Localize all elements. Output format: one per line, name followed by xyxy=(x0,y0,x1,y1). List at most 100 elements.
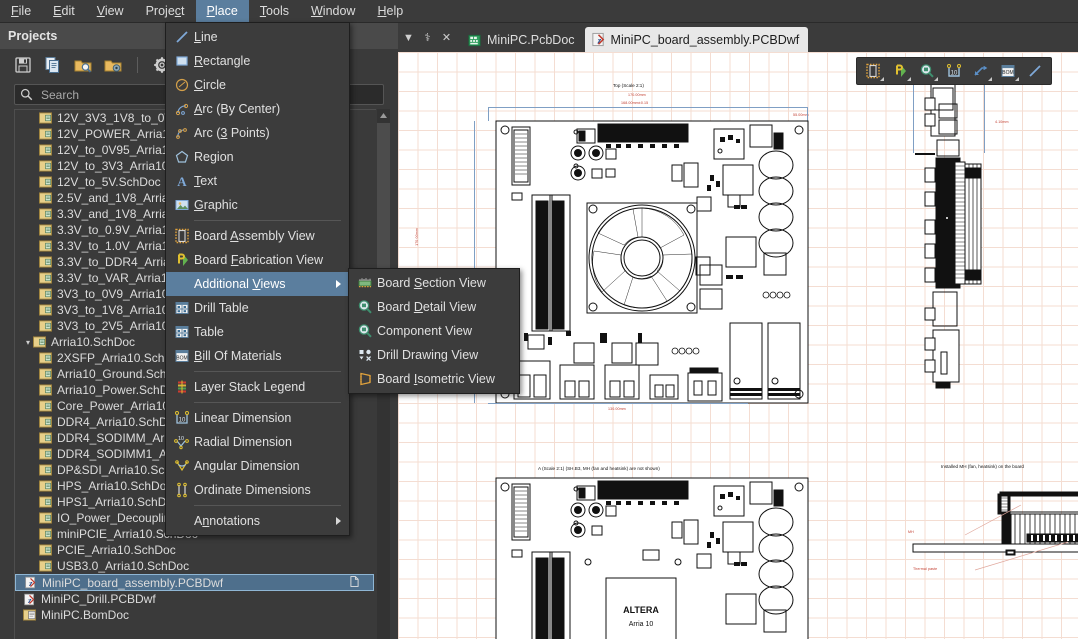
submenu-item-board-section-view[interactable]: Board Section View xyxy=(349,271,519,295)
menu-item-ordinate-dimensions[interactable]: Ordinate Dimensions xyxy=(166,478,349,502)
folder-settings-icon[interactable] xyxy=(103,55,123,75)
rectangle-icon xyxy=(170,53,194,69)
schdoc-icon xyxy=(39,432,52,444)
tree-twisty[interactable]: ▾ xyxy=(23,338,33,347)
schdoc-icon xyxy=(39,560,52,572)
copy-icon[interactable] xyxy=(43,55,63,75)
menu-item-additional-views[interactable]: Additional Views xyxy=(166,272,349,296)
menu-item-label: Circle xyxy=(194,78,226,92)
submenu-item-drill-drawing-view[interactable]: Drill Drawing View xyxy=(349,343,519,367)
menubar-item-file[interactable]: File xyxy=(0,0,42,23)
menubar-item-window[interactable]: Window xyxy=(300,0,366,23)
menu-item-label: Region xyxy=(194,150,234,164)
menu-separator xyxy=(194,505,341,506)
tab-label: MiniPC_board_assembly.PCBDwf xyxy=(610,32,800,47)
tab-minipc-pcbdoc[interactable]: MiniPC.PcbDoc xyxy=(461,28,584,52)
submenu-arrow-icon xyxy=(336,280,341,288)
linear-dimension-tool[interactable]: 10 xyxy=(942,60,966,82)
top-view-board-artwork xyxy=(495,120,809,404)
tree-row[interactable]: PCIE_Arria10.SchDoc xyxy=(15,542,376,558)
schdoc-icon xyxy=(39,448,52,460)
toolbar-separator xyxy=(137,56,138,73)
dim-line-bottom xyxy=(488,403,748,404)
menu-item-annotations[interactable]: Annotations xyxy=(166,509,349,533)
submenu-item-board-detail-view[interactable]: Board Detail View xyxy=(349,295,519,319)
menu-item-angular-dimension[interactable]: Angular Dimension xyxy=(166,454,349,478)
board-assembly-view-tool[interactable] xyxy=(861,60,885,82)
region-icon xyxy=(170,149,194,165)
tree-row[interactable]: MiniPC.BomDoc xyxy=(15,607,376,623)
menu-item-graphic[interactable]: Graphic xyxy=(166,193,349,217)
menubar-item-place[interactable]: Place xyxy=(195,0,249,23)
menubar-item-help[interactable]: Help xyxy=(366,0,414,23)
menu-item-text[interactable]: A Text xyxy=(166,169,349,193)
menu-item-rectangle[interactable]: Rectangle xyxy=(166,49,349,73)
menu-item-linear-dimension[interactable]: 10 Linear Dimension xyxy=(166,406,349,430)
additional-views-submenu[interactable]: Board Section View Board Detail View Compo… xyxy=(348,268,520,394)
arc-3points-icon xyxy=(176,128,187,139)
menu-item-layer-stack-legend[interactable]: Layer Stack Legend xyxy=(166,375,349,399)
schdoc-icon xyxy=(39,320,52,332)
menu-item-arc-by-center-[interactable]: Arc (By Center) xyxy=(166,97,349,121)
menu-item-bill-of-materials[interactable]: BOM Bill Of Materials xyxy=(166,344,349,368)
svg-text:10: 10 xyxy=(951,71,958,77)
dropdown-corner xyxy=(907,77,911,81)
bom-icon: BOM xyxy=(175,350,189,362)
tree-row[interactable]: USB3.0_Arria10.SchDoc xyxy=(15,558,376,574)
dropdown-arrow[interactable]: ▼ xyxy=(400,28,417,48)
menu-item-board-assembly-view[interactable]: Board Assembly View xyxy=(166,224,349,248)
board-fabrication-view-tool[interactable] xyxy=(888,60,912,82)
menu-item-circle[interactable]: Circle xyxy=(166,73,349,97)
detail-a-view[interactable]: A (Scale 2:1) (SH.B3, MH (fan and heatsi… xyxy=(488,450,848,639)
svg-text:10: 10 xyxy=(178,436,184,442)
bom-icon: BOM xyxy=(170,348,194,364)
table-icon xyxy=(170,324,194,340)
line-tool[interactable] xyxy=(1023,60,1047,82)
component-view-icon xyxy=(353,323,377,339)
installed-mh-artwork xyxy=(912,491,1078,571)
tree-row-selected[interactable]: z MiniPC_board_assembly.PCBDwf xyxy=(15,574,374,591)
menu-item-board-fabrication-view[interactable]: Board Fabrication View xyxy=(166,248,349,272)
schdoc-icon xyxy=(39,176,52,188)
leader-icon xyxy=(974,65,988,76)
menu-item-drill-table[interactable]: Drill Table xyxy=(166,296,349,320)
tree-item-label: 12V_to_5V.SchDoc xyxy=(57,175,161,189)
tree-item-label: MiniPC_board_assembly.PCBDwf xyxy=(42,575,224,590)
menu-item-radial-dimension[interactable]: 10 Radial Dimension xyxy=(166,430,349,454)
close-icon[interactable]: ✕ xyxy=(438,28,455,48)
open-folder-search-icon[interactable] xyxy=(73,55,93,75)
top-view[interactable]: Top (Scale 2:1) 170.00mm 168.00mm±0.15 1… xyxy=(415,83,848,411)
menubar-item-edit[interactable]: Edit xyxy=(42,0,86,23)
tree-item-label: PCIE_Arria10.SchDoc xyxy=(57,543,176,557)
menubar-item-tools[interactable]: Tools xyxy=(249,0,300,23)
board-detail-view-tool[interactable] xyxy=(915,60,939,82)
menu-item-arc-3-points-[interactable]: Arc (3 Points) xyxy=(166,121,349,145)
scroll-up-arrow[interactable] xyxy=(377,109,390,122)
submenu-item-board-isometric-view[interactable]: Board Isometric View xyxy=(349,367,519,391)
menu-item-line[interactable]: Line xyxy=(166,25,349,49)
tree-item-label: Arria10_Power.SchDoc xyxy=(57,383,182,397)
save-icon[interactable] xyxy=(13,55,33,75)
schdoc-icon xyxy=(39,240,52,252)
submenu-item-component-view[interactable]: Component View xyxy=(349,319,519,343)
installed-mh-detail[interactable]: Installed MH (fan, heatsink) on the boar… xyxy=(903,450,1078,639)
arc-3points-icon xyxy=(170,125,194,141)
menu-item-label: Table xyxy=(194,325,224,339)
menubar-item-project[interactable]: Project xyxy=(135,0,196,23)
menubar-item-view[interactable]: View xyxy=(86,0,135,23)
schdoc-icon xyxy=(39,400,52,412)
leader-annotation-tool[interactable] xyxy=(969,60,993,82)
component-view-icon xyxy=(358,324,372,338)
menu-item-table[interactable]: Table xyxy=(166,320,349,344)
menu-item-region[interactable]: Region xyxy=(166,145,349,169)
side-view[interactable]: 37.40mm 4.10mm xyxy=(903,60,1033,412)
linear-dimension-icon: 10 xyxy=(170,410,194,426)
place-menu[interactable]: Line Rectangle Circle Arc (By Center) Arc (3… xyxy=(165,22,350,536)
board-silk-text: ALTERA xyxy=(623,605,659,615)
schdoc-icon xyxy=(39,496,52,508)
tab-minipc-board-assembly-pcbdwf[interactable]: z MiniPC_board_assembly.PCBDwf xyxy=(584,27,809,52)
board-detail-view-icon xyxy=(358,300,372,314)
tree-row[interactable]: z MiniPC_Drill.PCBDwf xyxy=(15,591,376,607)
bill-of-materials-tool[interactable]: BOM xyxy=(996,60,1020,82)
pin-icon[interactable]: ⚕ xyxy=(419,28,436,48)
